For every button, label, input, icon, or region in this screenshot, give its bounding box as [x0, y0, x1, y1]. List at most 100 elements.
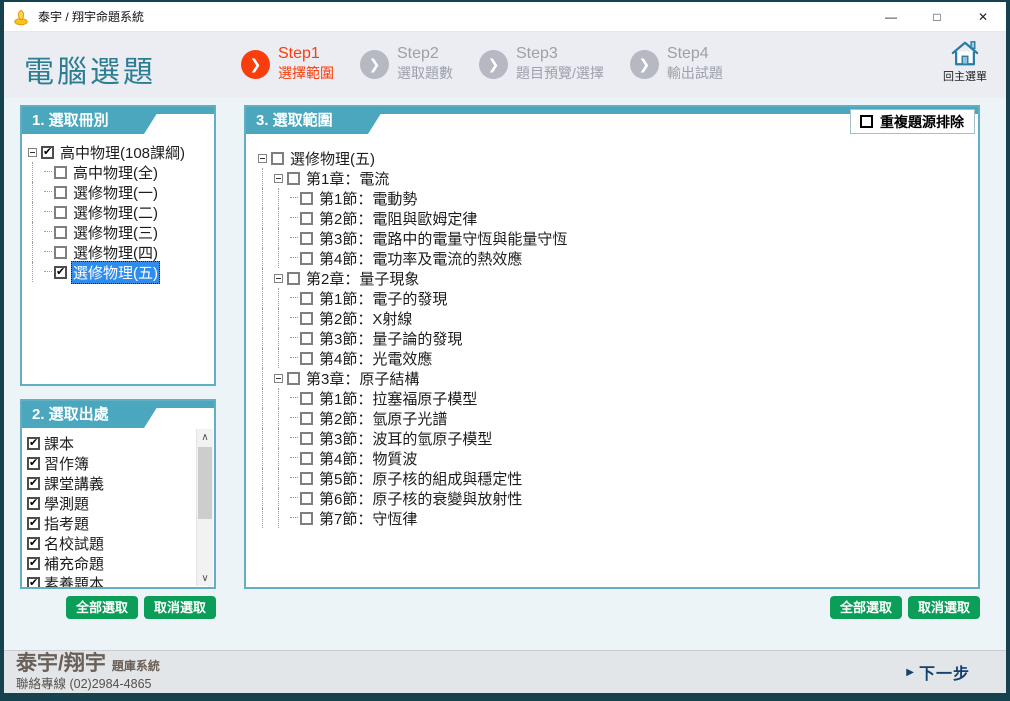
tree-item[interactable]: 第3節：量子論的發現 [258, 328, 978, 348]
tree-item[interactable]: 第6節：原子核的衰變與放射性 [258, 488, 978, 508]
source-item[interactable]: ✔ 名校試題 [27, 533, 214, 553]
tree-checkbox[interactable] [287, 172, 300, 185]
tree-checkbox[interactable] [300, 352, 313, 365]
scope-select-all-button[interactable]: 全部選取 [830, 596, 902, 619]
source-item[interactable]: ✔ 補充命題 [27, 553, 214, 573]
source-checkbox[interactable]: ✔ [27, 457, 40, 470]
tree-item[interactable]: 第2節：電阻與歐姆定律 [258, 208, 978, 228]
minimize-button[interactable]: — [868, 2, 914, 31]
tree-checkbox[interactable] [54, 166, 67, 179]
tree-checkbox[interactable] [300, 452, 313, 465]
source-label[interactable]: 課堂講義 [44, 473, 104, 494]
tree-item[interactable]: ✔ 選修物理(五) [28, 262, 214, 282]
tree-item[interactable]: 選修物理(三) [28, 222, 214, 242]
tree-item[interactable]: 第4節：光電效應 [258, 348, 978, 368]
scrollbar-thumb[interactable] [198, 447, 212, 519]
tree-item[interactable]: 選修物理(一) [28, 182, 214, 202]
home-button[interactable]: 回主選單 [936, 39, 994, 84]
tree-item[interactable]: 第1章：電流 [258, 168, 978, 188]
tree-item[interactable]: 第2節：氫原子光譜 [258, 408, 978, 428]
scope-deselect-button[interactable]: 取消選取 [908, 596, 980, 619]
tree-checkbox[interactable] [300, 332, 313, 345]
source-label[interactable]: 學測題 [44, 493, 89, 514]
tree-checkbox[interactable] [287, 372, 300, 385]
tree-item[interactable]: 選修物理(五) [258, 148, 978, 168]
source-checkbox[interactable]: ✔ [27, 537, 40, 550]
source-item[interactable]: ✔ 課堂講義 [27, 473, 214, 493]
tree-item[interactable]: 第3節：波耳的氫原子模型 [258, 428, 978, 448]
step-step1[interactable]: ❯Step1選擇範圍 [241, 45, 334, 83]
source-item[interactable]: ✔ 學測題 [27, 493, 214, 513]
collapse-toggle-icon[interactable] [258, 154, 267, 163]
scrollbar[interactable]: ∧ ∨ [196, 429, 213, 586]
step-step3[interactable]: ❯Step3題目預覽/選擇 [479, 45, 604, 83]
tree-item[interactable]: 第3章：原子結構 [258, 368, 978, 388]
tree-checkbox[interactable] [300, 232, 313, 245]
source-label[interactable]: 素養題本 [44, 573, 104, 588]
tree-checkbox[interactable] [300, 392, 313, 405]
tree-item[interactable]: 第1節：電子的發現 [258, 288, 978, 308]
dedupe-option[interactable]: 重複題源排除 [850, 109, 975, 134]
tree-checkbox[interactable] [300, 292, 313, 305]
volume-select-all-button[interactable]: 全部選取 [66, 596, 138, 619]
source-item[interactable]: ✔課本 [27, 433, 214, 453]
tree-item[interactable]: 第4節：電功率及電流的熱效應 [258, 248, 978, 268]
source-checkbox[interactable]: ✔ [27, 477, 40, 490]
dedupe-checkbox[interactable] [860, 115, 873, 128]
tree-item[interactable]: 第7節：守恆律 [258, 508, 978, 528]
source-checkbox[interactable]: ✔ [27, 517, 40, 530]
collapse-toggle-icon[interactable] [274, 274, 283, 283]
close-button[interactable]: ✕ [960, 2, 1006, 31]
source-label[interactable]: 名校試題 [44, 533, 104, 554]
tree-item[interactable]: 第4節：物質波 [258, 448, 978, 468]
volume-deselect-button[interactable]: 取消選取 [144, 596, 216, 619]
step-step4[interactable]: ❯Step4輸出試題 [630, 45, 723, 83]
tree-checkbox[interactable] [54, 186, 67, 199]
tree-checkbox[interactable]: ✔ [41, 146, 54, 159]
tree-item[interactable]: 高中物理(全) [28, 162, 214, 182]
step-step2[interactable]: ❯Step2選取題數 [360, 45, 453, 83]
tree-item[interactable]: 第1節：電動勢 [258, 188, 978, 208]
tree-item[interactable]: ✔高中物理(108課綱) [28, 142, 214, 162]
source-label[interactable]: 補充命題 [44, 553, 104, 574]
source-label[interactable]: 課本 [44, 433, 74, 454]
tree-item[interactable]: 選修物理(四) [28, 242, 214, 262]
source-item[interactable]: ✔ 素養題本 [27, 573, 214, 587]
tree-checkbox[interactable] [300, 492, 313, 505]
tree-label[interactable]: 第7節：守恆律 [317, 507, 419, 530]
collapse-toggle-icon[interactable] [274, 174, 283, 183]
tree-checkbox[interactable] [300, 212, 313, 225]
next-step-button[interactable]: ▶ 下一步 [906, 660, 970, 684]
source-checkbox[interactable]: ✔ [27, 557, 40, 570]
tree-item[interactable]: 第5節：原子核的組成與穩定性 [258, 468, 978, 488]
tree-checkbox[interactable] [300, 312, 313, 325]
tree-checkbox[interactable] [54, 226, 67, 239]
tree-item[interactable]: 第2節：X射線 [258, 308, 978, 328]
maximize-button[interactable]: □ [914, 2, 960, 31]
tree-item[interactable]: 第1節：拉塞福原子模型 [258, 388, 978, 408]
tree-checkbox[interactable]: ✔ [54, 266, 67, 279]
source-label[interactable]: 指考題 [44, 513, 89, 534]
scroll-up-icon[interactable]: ∧ [197, 429, 213, 445]
tree-checkbox[interactable] [271, 152, 284, 165]
tree-item[interactable]: 第2章：量子現象 [258, 268, 978, 288]
collapse-toggle-icon[interactable] [28, 148, 37, 157]
source-checkbox[interactable]: ✔ [27, 577, 40, 588]
tree-checkbox[interactable] [300, 432, 313, 445]
collapse-toggle-icon[interactable] [274, 374, 283, 383]
source-item[interactable]: ✔ 習作簿 [27, 453, 214, 473]
tree-checkbox[interactable] [287, 272, 300, 285]
scroll-down-icon[interactable]: ∨ [197, 570, 213, 586]
tree-checkbox[interactable] [300, 512, 313, 525]
tree-item[interactable]: 選修物理(二) [28, 202, 214, 222]
tree-checkbox[interactable] [300, 192, 313, 205]
tree-checkbox[interactable] [300, 472, 313, 485]
tree-checkbox[interactable] [300, 252, 313, 265]
tree-item[interactable]: 第3節：電路中的電量守恆與能量守恆 [258, 228, 978, 248]
tree-checkbox[interactable] [54, 206, 67, 219]
source-checkbox[interactable]: ✔ [27, 497, 40, 510]
tree-checkbox[interactable] [54, 246, 67, 259]
source-label[interactable]: 習作簿 [44, 453, 89, 474]
tree-label[interactable]: 選修物理(五) [71, 261, 160, 284]
tree-checkbox[interactable] [300, 412, 313, 425]
